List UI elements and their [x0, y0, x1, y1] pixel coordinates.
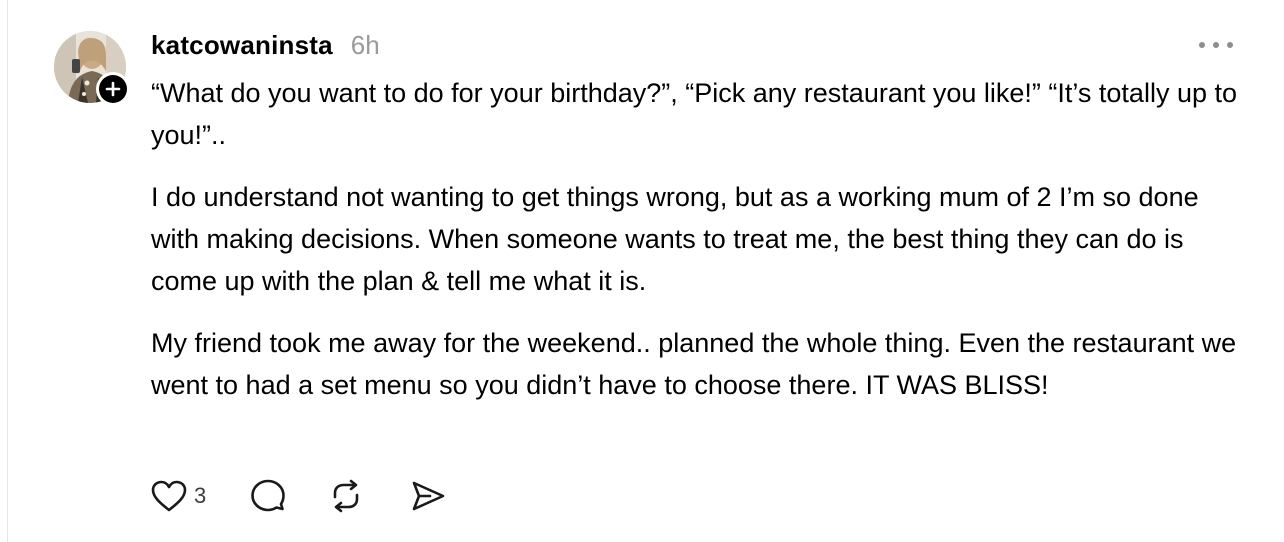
more-dots-icon — [1199, 42, 1233, 48]
heart-icon — [151, 480, 187, 512]
comment-icon — [251, 479, 286, 512]
post-header: katcowaninsta 6h — [151, 28, 380, 62]
send-icon — [412, 481, 445, 511]
like-count: 3 — [194, 483, 207, 508]
post-paragraph: I do understand not wanting to get thing… — [151, 182, 1199, 296]
post-paragraph: My friend took me away for the weekend..… — [151, 328, 1237, 400]
avatar-container[interactable] — [54, 31, 130, 106]
follow-button[interactable] — [96, 72, 130, 106]
like-button[interactable]: 3 — [150, 479, 206, 513]
thread-post: katcowaninsta 6h “What do you want to do… — [0, 0, 1284, 542]
plus-icon — [105, 81, 121, 97]
follow-button-circle — [99, 75, 127, 103]
reply-button[interactable] — [250, 478, 286, 514]
timestamp: 6h — [350, 29, 380, 60]
more-options-button[interactable] — [1196, 34, 1236, 56]
post-body: “What do you want to do for your birthda… — [151, 72, 1251, 426]
username[interactable]: katcowaninsta — [151, 30, 333, 61]
repost-button[interactable] — [328, 478, 364, 514]
post-paragraph: “What do you want to do for your birthda… — [151, 78, 1237, 150]
post-actions: 3 — [150, 476, 446, 516]
share-button[interactable] — [410, 478, 446, 514]
repost-icon — [333, 479, 359, 513]
